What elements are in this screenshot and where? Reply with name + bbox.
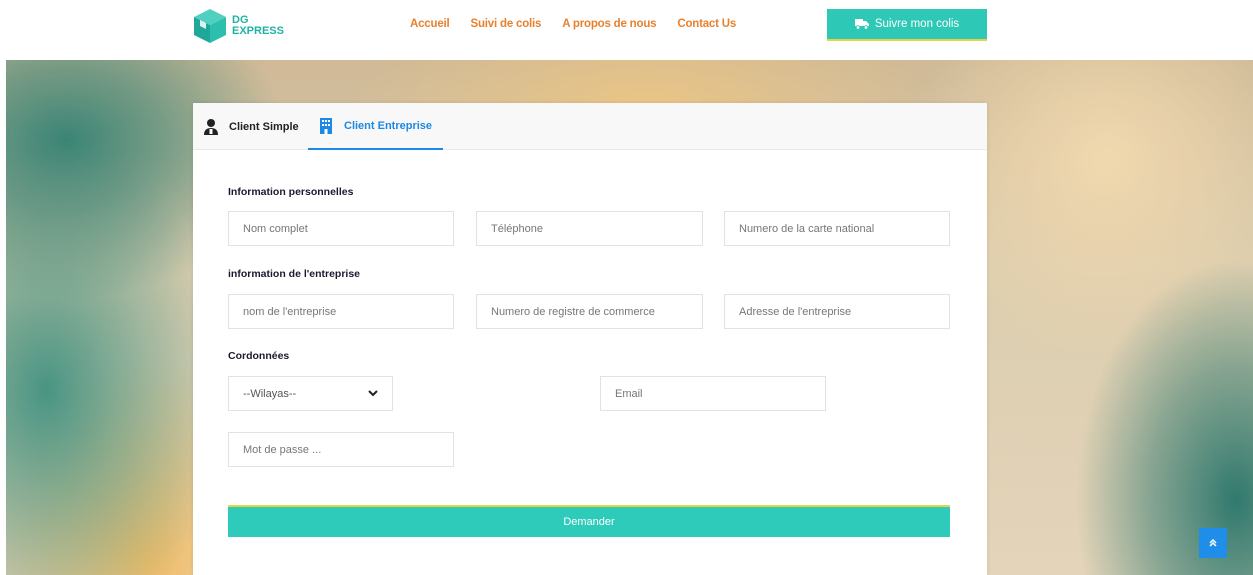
email-input[interactable] (600, 376, 826, 411)
chevron-down-icon (368, 390, 378, 397)
brand-line-2: EXPRESS (232, 25, 284, 37)
truck-icon (854, 19, 869, 30)
commerce-registry-input[interactable] (476, 294, 703, 329)
client-type-tabs: Client Simple Client Entreprise (193, 103, 987, 150)
nav-item-suivi[interactable]: Suivi de colis (471, 18, 542, 30)
id-card-input[interactable] (724, 211, 950, 246)
nav-item-accueil[interactable]: Accueil (410, 18, 450, 30)
brand-name: DG EXPRESS (232, 15, 284, 37)
tab-client-simple[interactable]: Client Simple (203, 103, 303, 150)
personal-info-heading: Information personnelles (228, 186, 354, 198)
brand-logo[interactable]: DG EXPRESS (192, 4, 292, 48)
password-input[interactable] (228, 432, 454, 467)
box-logo-icon (192, 7, 228, 45)
full-name-input[interactable] (228, 211, 454, 246)
phone-input[interactable] (476, 211, 703, 246)
company-name-input[interactable] (228, 294, 454, 329)
main-nav: Accueil Suivi de colis A propos de nous … (410, 18, 757, 30)
company-address-input[interactable] (724, 294, 950, 329)
user-icon (204, 118, 218, 135)
track-parcel-button[interactable]: Suivre mon colis (827, 9, 987, 41)
double-chevron-up-icon (1209, 539, 1217, 547)
site-header: DG EXPRESS Accueil Suivi de colis A prop… (0, 0, 1253, 60)
submit-request-button[interactable]: Demander (228, 505, 950, 537)
registration-card: Client Simple Client Entreprise Informat… (193, 103, 987, 575)
tab-client-entreprise[interactable]: Client Entreprise (308, 103, 443, 150)
nav-item-a-propos[interactable]: A propos de nous (562, 18, 656, 30)
company-info-heading: information de l'entreprise (228, 268, 361, 280)
nav-item-contact[interactable]: Contact Us (677, 18, 736, 30)
scroll-to-top-button[interactable] (1199, 528, 1227, 558)
contact-heading: Cordonnées (228, 350, 290, 362)
wilaya-select-value: --Wilayas-- (243, 387, 297, 400)
building-icon (320, 117, 332, 134)
track-parcel-label: Suivre mon colis (874, 18, 960, 30)
tab-client-entreprise-label: Client Entreprise (344, 119, 433, 132)
tab-client-simple-label: Client Simple (229, 120, 299, 133)
wilaya-select[interactable]: --Wilayas-- (228, 376, 393, 411)
